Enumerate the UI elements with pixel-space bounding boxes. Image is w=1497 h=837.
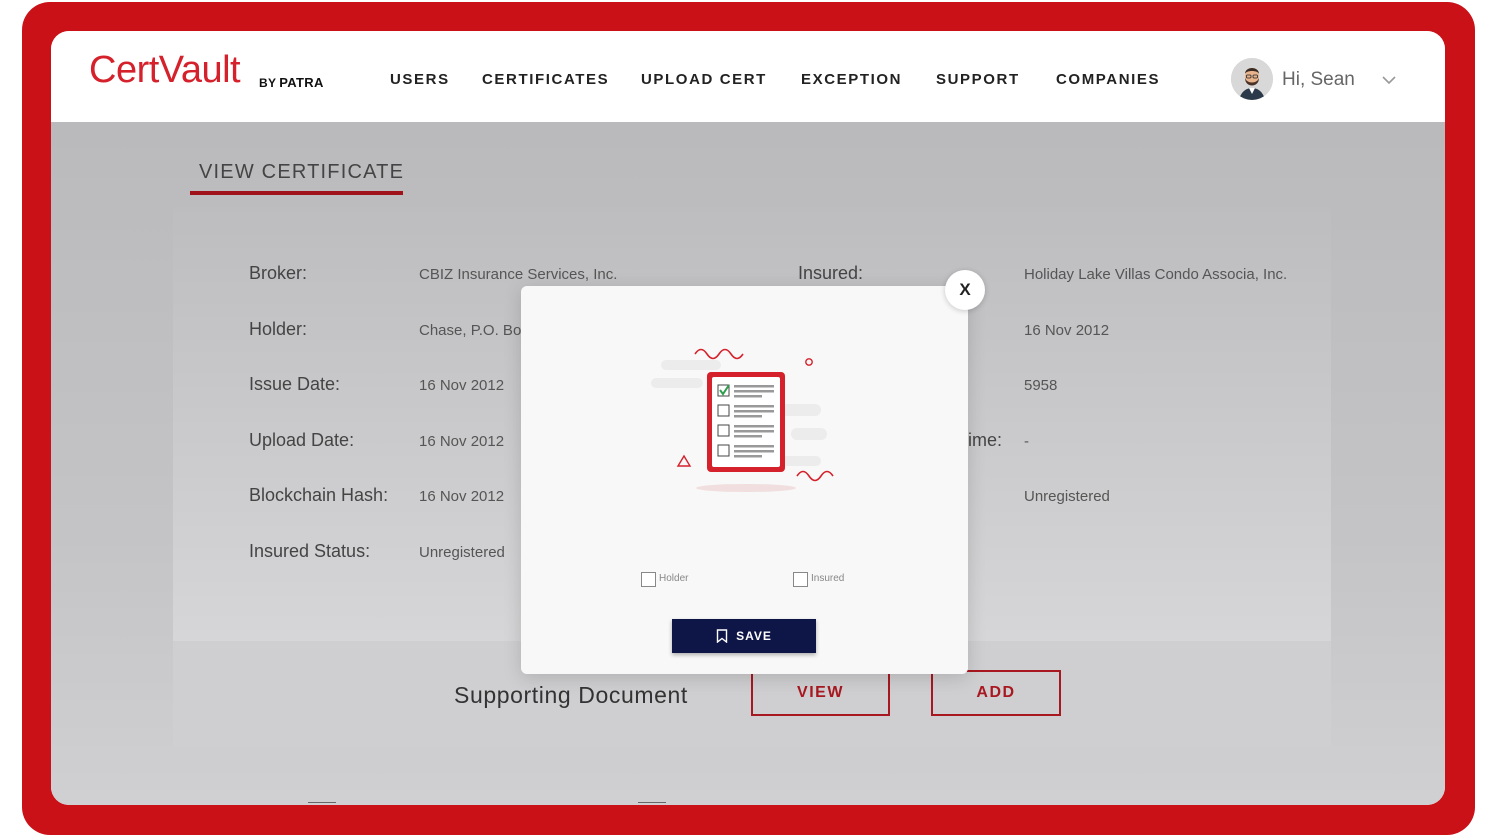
right-row3-value: 5958	[1024, 377, 1058, 394]
page-title-underline	[190, 191, 403, 195]
broker-label: Broker:	[249, 263, 308, 283]
issue-date-value: 16 Nov 2012	[419, 377, 505, 394]
right-row2-value: 16 Nov 2012	[1024, 322, 1110, 339]
save-button-label: SAVE	[736, 629, 772, 643]
app-screen: CertVault BY PATRA USERS CERTIFICATES UPL…	[51, 31, 1445, 805]
holder-value: Chase, P.O. Bo	[419, 322, 522, 339]
nav-support[interactable]: SUPPORT	[936, 71, 1020, 88]
user-avatar[interactable]	[1231, 58, 1273, 100]
holder-checkbox-label: Holder	[659, 573, 689, 584]
scroll-hint-right	[638, 802, 666, 805]
avatar-icon	[1231, 58, 1273, 100]
add-document-button[interactable]: ADD	[931, 670, 1061, 716]
insured-status-value: Unregistered	[419, 544, 505, 561]
top-navbar: CertVault BY PATRA USERS CERTIFICATES UPL…	[51, 31, 1445, 122]
broker-value: CBIZ Insurance Services, Inc.	[419, 266, 618, 283]
holder-label: Holder:	[249, 319, 308, 339]
insured-label: Insured:	[798, 263, 864, 283]
bookmark-icon	[716, 629, 728, 643]
certificate-modal: Holder Insured	[521, 286, 968, 674]
page-title: VIEW CERTIFICATE	[199, 161, 405, 183]
right-row5-value: Unregistered	[1024, 488, 1110, 505]
blockchain-hash-value: 16 Nov 2012	[419, 488, 505, 505]
save-button[interactable]: SAVE	[672, 619, 816, 653]
upload-date-label: Upload Date:	[249, 430, 355, 450]
brand-by: BY	[259, 76, 277, 90]
nav-companies[interactable]: COMPANIES	[1056, 71, 1160, 88]
close-modal-button[interactable]: X	[945, 270, 985, 310]
insured-checkbox[interactable]	[793, 572, 808, 587]
issue-date-label: Issue Date:	[249, 374, 341, 394]
brand-logo[interactable]: CertVault	[89, 49, 241, 92]
insured-checkbox-label: Insured	[811, 573, 845, 584]
brand-company: PATRA	[279, 75, 324, 90]
chevron-down-icon[interactable]	[1381, 73, 1397, 87]
nav-exception[interactable]: EXCEPTION	[801, 71, 902, 88]
holder-checkbox[interactable]	[641, 572, 656, 587]
user-greeting[interactable]: Hi, Sean	[1282, 69, 1355, 91]
view-document-button[interactable]: VIEW	[751, 670, 890, 716]
nav-upload-cert[interactable]: UPLOAD CERT	[641, 71, 767, 88]
nav-certificates[interactable]: CERTIFICATES	[482, 71, 609, 88]
right-row4-label: ime:	[968, 430, 1003, 450]
insured-value: Holiday Lake Villas Condo Associa, Inc.	[1024, 266, 1288, 283]
right-row4-value: -	[1024, 433, 1029, 450]
insured-status-label: Insured Status:	[249, 541, 371, 561]
supporting-document-label: Supporting Document	[454, 682, 688, 708]
checklist-illustration	[651, 348, 834, 492]
nav-users[interactable]: USERS	[390, 71, 450, 88]
blockchain-hash-label: Blockchain Hash:	[249, 485, 389, 505]
scroll-hint-left	[308, 802, 336, 805]
brand-byline: BY PATRA	[259, 75, 324, 90]
upload-date-value: 16 Nov 2012	[419, 433, 505, 450]
